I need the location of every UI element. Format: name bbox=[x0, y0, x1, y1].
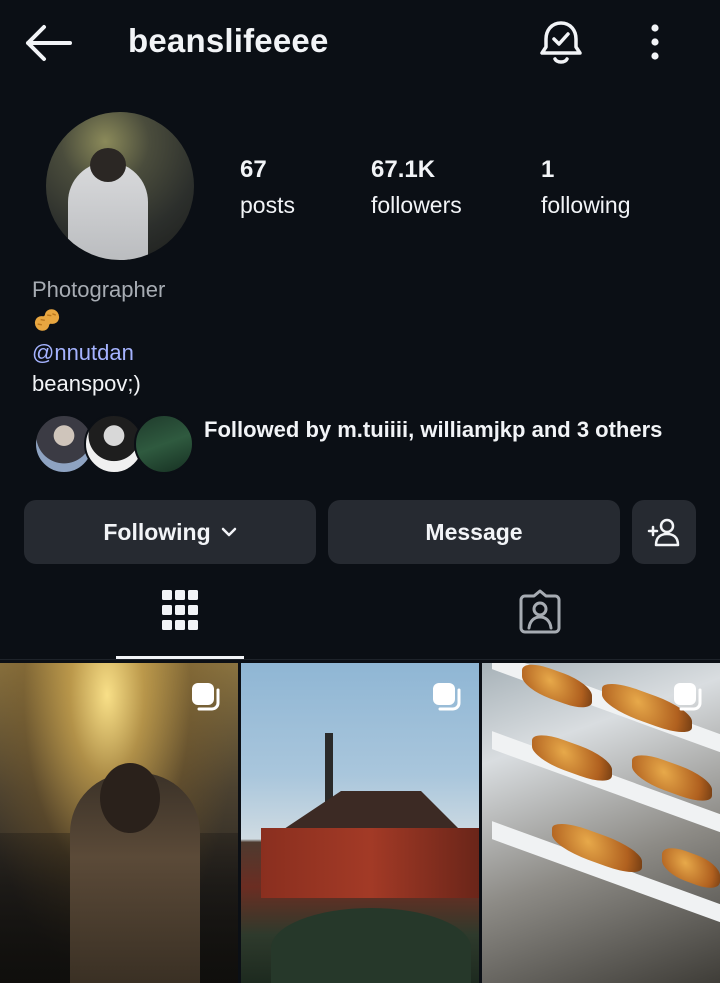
stat-posts[interactable]: 67 posts bbox=[240, 156, 295, 219]
carousel-icon bbox=[433, 683, 461, 711]
bio-category: Photographer bbox=[32, 277, 166, 302]
arrow-left-icon bbox=[26, 25, 72, 61]
stat-posts-label: posts bbox=[240, 192, 295, 218]
carousel-icon bbox=[192, 683, 220, 711]
followed-by-text[interactable]: Followed by m.tuiiii, williamjkp and 3 o… bbox=[204, 416, 664, 444]
threads-handle-link[interactable]: @nnutdan bbox=[32, 340, 134, 366]
mutual-avatar-3 bbox=[134, 414, 194, 474]
profile-username: beanslifeeee bbox=[128, 22, 329, 59]
post-thumbnail-3[interactable] bbox=[482, 663, 720, 983]
peanut-emoji-icon bbox=[32, 307, 62, 333]
stat-followers[interactable]: 67.1K followers bbox=[371, 156, 462, 219]
stat-following-label: following bbox=[541, 192, 631, 218]
stat-following[interactable]: 1 following bbox=[541, 156, 631, 219]
stat-posts-value: 67 bbox=[240, 156, 267, 183]
top-bar: beanslifeeee bbox=[0, 0, 720, 88]
following-button-label: Following bbox=[103, 518, 211, 545]
more-options-button[interactable] bbox=[640, 20, 670, 64]
tab-divider bbox=[0, 659, 720, 660]
notifications-button[interactable] bbox=[538, 18, 584, 66]
chevron-down-icon bbox=[221, 527, 236, 537]
message-button-label: Message bbox=[425, 518, 523, 545]
more-vertical-icon bbox=[651, 24, 659, 60]
stat-followers-label: followers bbox=[371, 192, 462, 218]
grid-icon bbox=[162, 590, 198, 630]
post-thumbnail-2[interactable] bbox=[241, 663, 479, 983]
mutual-followers-avatars[interactable] bbox=[34, 414, 194, 474]
stat-followers-value: 67.1K bbox=[371, 156, 436, 183]
tab-tagged[interactable] bbox=[476, 578, 604, 662]
stat-following-value: 1 bbox=[541, 156, 555, 183]
post-thumbnail-1[interactable] bbox=[0, 663, 238, 983]
bell-check-icon bbox=[540, 21, 582, 64]
tagged-person-icon bbox=[519, 589, 561, 634]
back-button[interactable] bbox=[22, 22, 74, 64]
suggest-users-button[interactable] bbox=[632, 500, 696, 564]
add-user-icon bbox=[647, 518, 680, 547]
following-button[interactable]: Following bbox=[24, 500, 316, 564]
tab-posts-grid[interactable] bbox=[116, 578, 244, 662]
bio-text: beanspov;) bbox=[32, 371, 141, 396]
profile-avatar[interactable] bbox=[46, 112, 194, 260]
message-button[interactable]: Message bbox=[328, 500, 620, 564]
carousel-icon bbox=[674, 683, 702, 711]
posts-grid bbox=[0, 663, 720, 983]
